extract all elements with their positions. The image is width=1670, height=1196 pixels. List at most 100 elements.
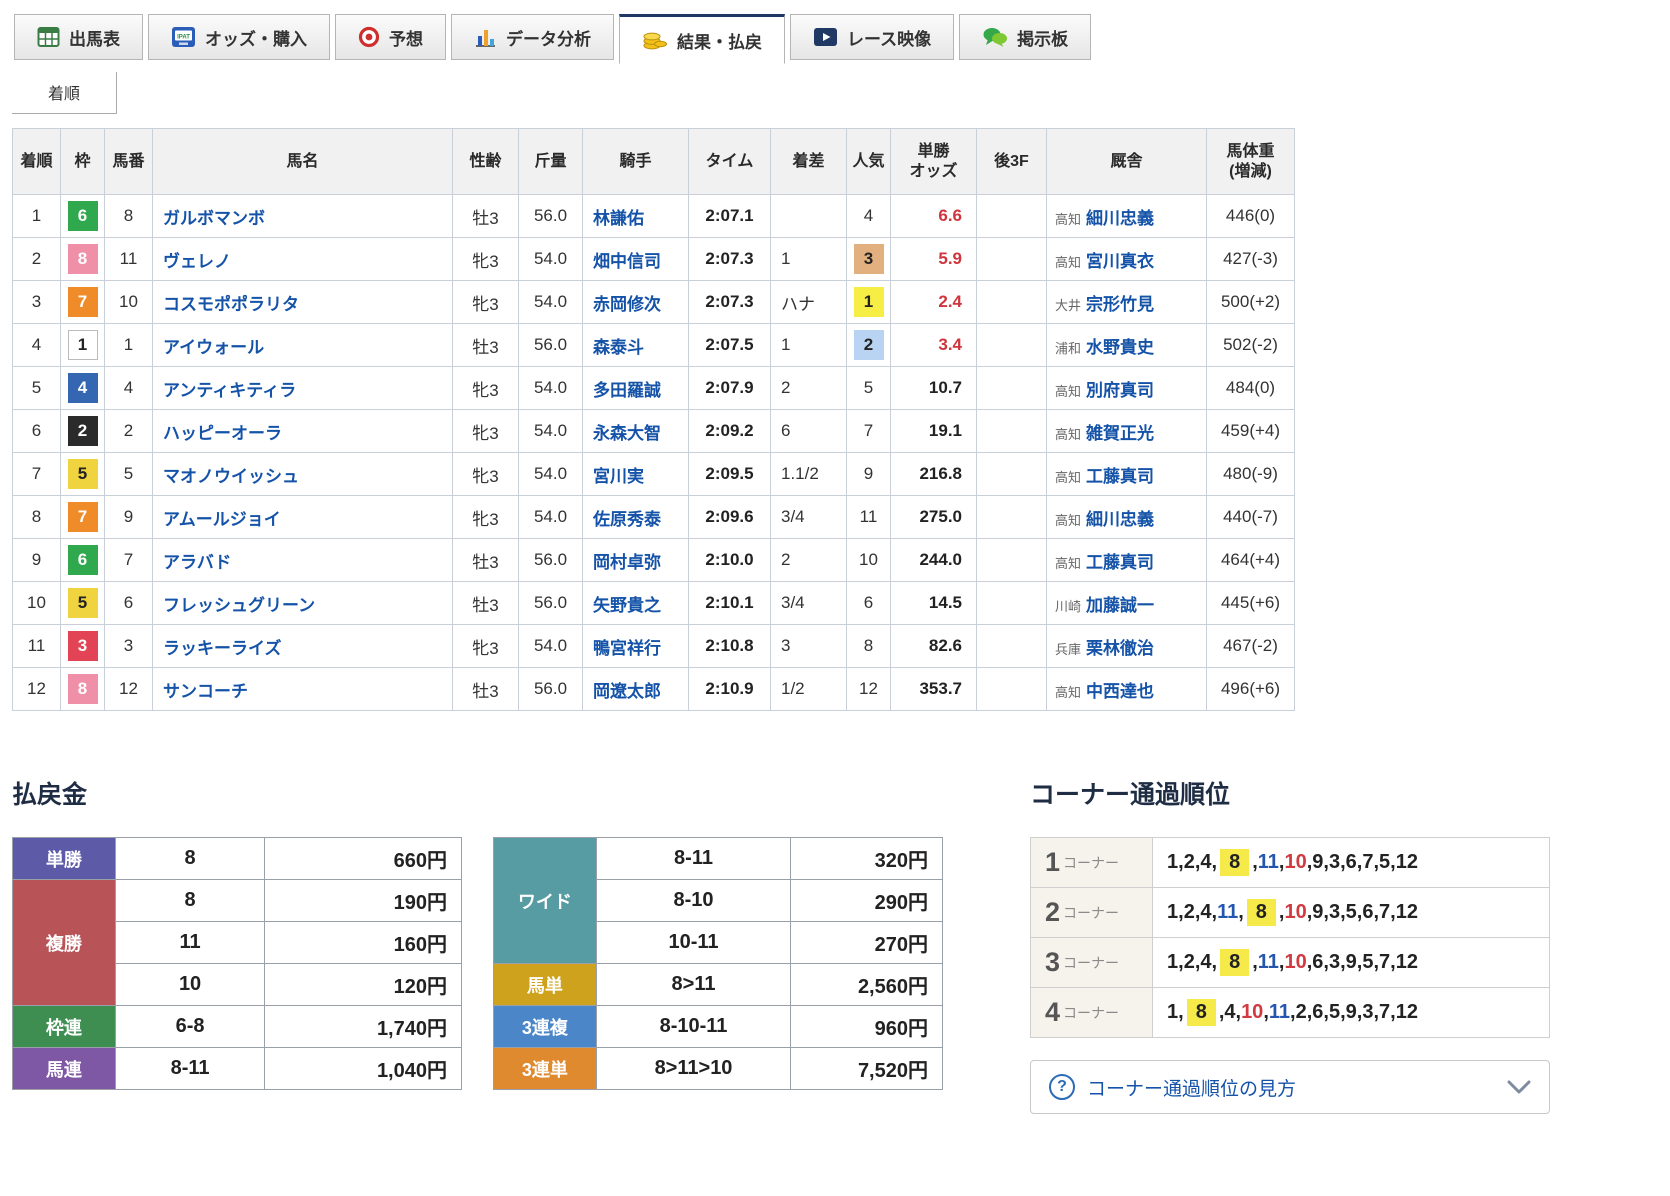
horse-name-link[interactable]: ガルボマンボ — [163, 209, 265, 228]
horse-name-link[interactable]: アイウォール — [163, 338, 264, 357]
horse-position: 1 — [1167, 851, 1179, 873]
jockey-link[interactable]: 永森大智 — [593, 424, 661, 443]
horse-name-link[interactable]: アンティキティラ — [163, 381, 296, 400]
jockey-link[interactable]: 赤岡修次 — [593, 295, 661, 314]
bet-combination: 8-11 — [114, 1047, 266, 1090]
jockey-link[interactable]: 宮川実 — [593, 467, 644, 486]
horse-number: 3 — [104, 624, 153, 668]
tab-data[interactable]: データ分析 — [451, 14, 614, 60]
corner-label: 2 コーナー — [1030, 887, 1153, 938]
horse-weight: 500(+2) — [1206, 280, 1295, 324]
trainer-link[interactable]: 別府真司 — [1086, 381, 1154, 400]
horse-name-link[interactable]: アラバド — [163, 553, 231, 572]
jockey-link[interactable]: 鴨宮祥行 — [593, 639, 661, 658]
bet-type-label: 馬連 — [12, 1047, 116, 1090]
horse-position: 2 — [1183, 951, 1195, 973]
column-header: 着差 — [770, 128, 847, 195]
trainer-link[interactable]: 加藤誠一 — [1086, 596, 1154, 615]
jockey-link[interactable]: 矢野貴之 — [593, 596, 661, 615]
tab-kekka[interactable]: 結果・払戻 — [619, 14, 785, 64]
horse-name-link[interactable]: ハッピーオーラ — [163, 424, 282, 443]
last-3f — [976, 452, 1047, 496]
question-icon: ? — [1049, 1074, 1075, 1100]
horse-position: 4 — [1200, 851, 1212, 873]
last-3f — [976, 667, 1047, 711]
jockey-link[interactable]: 林謙佑 — [593, 209, 644, 228]
finish-time: 2:10.9 — [688, 667, 771, 711]
horse-name-link[interactable]: フレッシュグリーン — [163, 596, 315, 615]
horse-name-link[interactable]: サンコーチ — [163, 682, 248, 701]
trainer-link[interactable]: 細川忠義 — [1086, 209, 1154, 228]
stable-region: 高知 — [1055, 254, 1082, 270]
stable-cell: 高知 雑賀正光 — [1046, 409, 1207, 453]
second-place-horse: 11 — [1257, 951, 1279, 973]
horse-position: 9 — [1345, 1001, 1357, 1023]
trainer-link[interactable]: 栗林徹治 — [1086, 639, 1154, 658]
frame-badge: 8 — [67, 244, 98, 274]
payout-amount: 1,040円 — [264, 1047, 462, 1090]
trainer-link[interactable]: 水野貴史 — [1086, 338, 1154, 357]
tab-yoso[interactable]: 予想 — [335, 14, 446, 60]
trainer-link[interactable]: 工藤真司 — [1086, 553, 1154, 572]
horse-name-link[interactable]: マオノウイッシュ — [163, 467, 299, 486]
jockey-cell: 多田羅誠 — [582, 366, 689, 410]
jockey-link[interactable]: 畑中信司 — [593, 252, 661, 271]
margin: 1 — [770, 237, 847, 281]
tab-keijiban[interactable]: 掲示板 — [959, 14, 1092, 60]
win-odds: 10.7 — [890, 366, 977, 410]
jockey-cell: 佐原秀泰 — [582, 495, 689, 539]
bet-type-label: ワイド — [493, 837, 597, 964]
bet-combination: 8 — [114, 837, 266, 880]
trainer-link[interactable]: 宮川真衣 — [1086, 252, 1154, 271]
horse-number: 1 — [104, 323, 153, 367]
second-place-horse: 11 — [1257, 851, 1279, 873]
payout-amount: 960円 — [790, 1005, 943, 1048]
horse-name-link[interactable]: アムールジョイ — [163, 510, 281, 529]
jockey-link[interactable]: 岡遼太郎 — [593, 682, 661, 701]
finish-time: 2:10.1 — [688, 581, 771, 625]
tab-video[interactable]: レース映像 — [790, 14, 955, 60]
corner-number: 1 — [1045, 847, 1061, 877]
finish-rank: 12 — [12, 667, 61, 711]
tab-odds[interactable]: IPAT オッズ・購入 — [148, 14, 330, 60]
corner-label: 1 コーナー — [1030, 837, 1153, 888]
trainer-link[interactable]: 細川忠義 — [1086, 510, 1154, 529]
horse-position: 7 — [1379, 1001, 1391, 1023]
result-row: 7 5 5 マオノウイッシュ 牝3 54.0 宮川実 2:09.5 1.1/2 9 216.8 高知工… — [12, 452, 1295, 496]
jockey-link[interactable]: 多田羅誠 — [593, 381, 661, 400]
bottom-section: 払戻金 単勝 8 660円 複勝 8 190円 11 160円 10 120円 枠連 6-8 1,740… — [12, 775, 1658, 1114]
corner-passing-order: 1,2,4, 8,11,10,9,3,6,7,5,12 — [1152, 837, 1550, 888]
trainer-link[interactable]: 雑賀正光 — [1086, 424, 1154, 443]
win-odds: 6.6 — [890, 194, 977, 238]
trainer-link[interactable]: 工藤真司 — [1086, 467, 1154, 486]
margin: 1 — [770, 323, 847, 367]
jockey-link[interactable]: 岡村卓弥 — [593, 553, 661, 572]
horse-number: 8 — [104, 194, 153, 238]
corner-help-toggle[interactable]: ? コーナー通過順位の見方 — [1030, 1060, 1550, 1114]
jockey-link[interactable]: 佐原秀泰 — [593, 510, 661, 529]
horse-weight: 484(0) — [1206, 366, 1295, 410]
third-place-horse: 10 — [1241, 1001, 1264, 1023]
sex-age: 牝3 — [452, 624, 519, 668]
horse-number: 4 — [104, 366, 153, 410]
jockey-link[interactable]: 森泰斗 — [593, 338, 644, 357]
horse-name-link[interactable]: コスモポポラリタ — [163, 295, 299, 314]
first-place-horse: 8 — [1186, 999, 1216, 1026]
stable-cell: 高知 中西達也 — [1046, 667, 1207, 711]
horse-position: 7 — [1362, 851, 1374, 873]
stable-region: 大井 — [1055, 297, 1082, 313]
horse-name-link[interactable]: ラッキーライズ — [163, 639, 282, 658]
jockey-cell: 永森大智 — [582, 409, 689, 453]
finish-time: 2:07.9 — [688, 366, 771, 410]
sex-age: 牡3 — [452, 538, 519, 582]
trainer-link[interactable]: 中西達也 — [1086, 682, 1154, 701]
corner-order-section: コーナー通過順位 1 コーナー 1,2,4, 8,11,10,9,3,6,7,5,12… — [1030, 775, 1550, 1114]
carried-weight: 56.0 — [518, 667, 583, 711]
subtab-finish-order[interactable]: 着順 — [12, 72, 117, 114]
tab-shutsubahyo[interactable]: 出馬表 — [14, 14, 143, 60]
trainer-link[interactable]: 宗形竹見 — [1086, 295, 1154, 314]
horse-name-link[interactable]: ヴェレノ — [163, 252, 231, 271]
horse-number: 2 — [104, 409, 153, 453]
corner-suffix: コーナー — [1063, 854, 1120, 871]
corner-label: 4 コーナー — [1030, 987, 1153, 1038]
